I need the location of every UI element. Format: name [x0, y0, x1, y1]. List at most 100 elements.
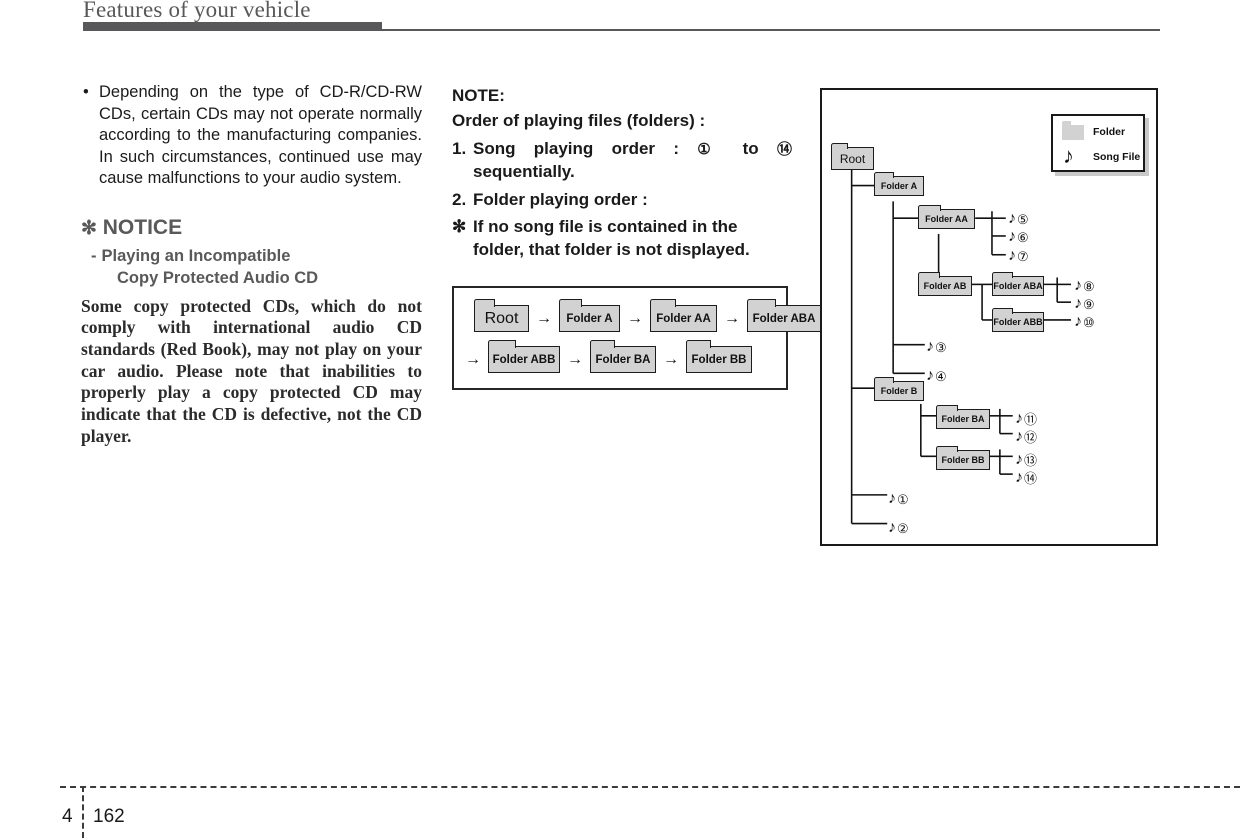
music-note-icon: ♪: [1008, 228, 1016, 245]
page-header: Features of your vehicle: [0, 0, 1240, 40]
tree-node-folder-a-label: Folder A: [880, 181, 918, 191]
flow-arrow-4: →: [465, 350, 481, 368]
notice-subheading-line2: Copy Protected Audio CD: [117, 268, 319, 287]
notice-subheading: - Playing an Incompatible Copy Protected …: [81, 245, 422, 289]
note-item-1: 1. Song playing order : ① to ⑭ sequentia…: [452, 138, 792, 184]
music-note-icon: ♪: [888, 490, 896, 507]
flow-folder-aa: Folder AA: [649, 299, 717, 332]
flow-folder-a: Folder A: [558, 299, 620, 332]
note-item-1-number: 1.: [452, 138, 467, 158]
music-note-icon: ♪: [926, 338, 934, 355]
folder-tab: [873, 171, 894, 180]
tree-song-8: ♪ ⑧: [1074, 278, 1095, 294]
order-title: Order of playing files (folders) :: [452, 111, 706, 130]
folder-tab: [935, 404, 958, 413]
tree-song-1-label: ①: [897, 491, 909, 507]
footer-vertical-divider: [82, 786, 84, 838]
note-item-2: 2. Folder playing order :: [452, 189, 792, 212]
flow-folder-root-label: Root: [484, 309, 519, 327]
folder-tab: [746, 299, 776, 310]
notice-subheading-line1: Playing an Incompatible: [101, 246, 291, 265]
music-note-icon: ♪: [1074, 295, 1082, 312]
tree-node-folder-ab-label: Folder AB: [923, 281, 967, 291]
tree-node-folder-a: Folder A: [873, 171, 924, 196]
music-note-icon: ♪: [1015, 451, 1023, 468]
note-item-1-line1: Song playing order : ① to ⑭: [473, 138, 792, 162]
tree-song-13: ♪ ⑬: [1015, 452, 1037, 468]
flow-folder-aba-label: Folder ABA: [752, 312, 816, 325]
folder-play-order-flow-diagram: Root → Folder A → Folder AA → Folder ABA…: [452, 286, 821, 390]
flow-folder-ba-label: Folder BA: [595, 353, 651, 366]
music-note-icon: ♪: [1074, 277, 1082, 294]
tree-node-folder-b-label: Folder B: [880, 386, 918, 396]
tree-node-folder-aba: Folder ABA: [991, 271, 1044, 296]
tree-song-14: ♪ ⑭: [1015, 470, 1037, 486]
flow-arrow-2: →: [627, 309, 643, 327]
bullet-text: Depending on the type of CD-R/CD-RW CDs,…: [99, 83, 422, 187]
note-item-2-number: 2.: [452, 189, 467, 209]
flow-arrow-5: →: [567, 350, 583, 368]
bullet-marker: •: [83, 83, 89, 101]
tree-song-2: ♪ ②: [888, 520, 909, 536]
music-note-icon: ♪: [1074, 313, 1082, 330]
folder-tab: [473, 299, 495, 310]
middle-text-column: NOTE: Order of playing files (folders) :…: [452, 82, 792, 261]
music-note-icon: ♪: [1063, 143, 1074, 168]
flow-folder-abb: Folder ABB: [487, 340, 560, 373]
folder-tab: [649, 299, 676, 310]
music-note-icon: ♪: [1015, 428, 1023, 445]
tree-node-folder-aa-label: Folder AA: [925, 214, 968, 224]
folder-tab: [685, 340, 712, 351]
flow-arrow-6: →: [663, 350, 679, 368]
tree-node-folder-aba-label: Folder ABA: [993, 281, 1043, 291]
tree-node-folder-ab: Folder AB: [917, 271, 972, 296]
note-item-3: ✻ If no song file is contained in the fo…: [452, 216, 792, 261]
page-title: Features of your vehicle: [83, 0, 311, 22]
tree-song-13-label: ⑬: [1024, 452, 1038, 468]
flow-folder-a-label: Folder A: [566, 312, 613, 325]
tree-song-11-label: ⑪: [1024, 411, 1038, 427]
tree-song-5: ♪ ⑤: [1008, 211, 1029, 227]
diagram-legend: Folder ♪ Song File: [1051, 114, 1145, 172]
note-item-1-to-word: to: [742, 138, 759, 158]
song-order-to: ⑭: [776, 140, 792, 158]
tree-song-12: ♪ ⑫: [1015, 429, 1037, 445]
footer-divider: [60, 786, 1240, 788]
tree-song-7-label: ⑦: [1017, 248, 1029, 264]
tree-node-root: Root: [830, 142, 874, 170]
music-note-icon: ♪: [888, 519, 896, 536]
music-note-icon: ♪: [1008, 210, 1016, 227]
folder-tab: [991, 271, 1013, 280]
tree-song-5-label: ⑤: [1017, 211, 1029, 227]
dash-marker: -: [91, 246, 97, 265]
note-item-1-line2: sequentially.: [473, 162, 575, 181]
chapter-number: 4: [62, 806, 73, 827]
notice-body-text: Some copy protected CDs, which do not co…: [81, 295, 422, 446]
tree-song-6: ♪ ⑥: [1008, 229, 1029, 245]
flow-folder-ba: Folder BA: [589, 340, 656, 373]
tree-song-3-label: ③: [935, 339, 947, 355]
tree-song-6-label: ⑥: [1017, 229, 1029, 245]
note-item-3-line1: If no song file is contained in the: [473, 217, 738, 236]
folder-tab: [830, 142, 848, 151]
tree-node-folder-ba-label: Folder BA: [941, 414, 985, 424]
flow-folder-bb: Folder BB: [685, 340, 752, 373]
tree-node-folder-ba: Folder BA: [935, 404, 990, 429]
header-accent-bar: [83, 22, 382, 31]
left-text-column: • Depending on the type of CD-R/CD-RW CD…: [81, 82, 422, 447]
flow-row-bottom: → Folder ABB → Folder BA → Folder BB: [458, 340, 752, 373]
folder-tab: [487, 340, 516, 351]
tree-song-3: ♪ ③: [926, 339, 947, 355]
folder-tab: [917, 271, 940, 280]
tree-song-7: ♪ ⑦: [1008, 248, 1029, 264]
music-note-icon: ♪: [1008, 247, 1016, 264]
asterisk-icon: ✻: [81, 217, 97, 239]
tree-node-folder-abb: Folder ABB: [991, 307, 1044, 332]
flow-folder-root: Root: [473, 299, 529, 332]
music-note-icon: ♪: [1015, 410, 1023, 427]
flow-arrow-1: →: [536, 309, 552, 327]
tree-song-4-label: ④: [935, 368, 947, 384]
tree-song-2-label: ②: [897, 520, 909, 536]
tree-song-10: ♪ ⑩: [1074, 314, 1095, 330]
page-number: 162: [93, 806, 125, 827]
